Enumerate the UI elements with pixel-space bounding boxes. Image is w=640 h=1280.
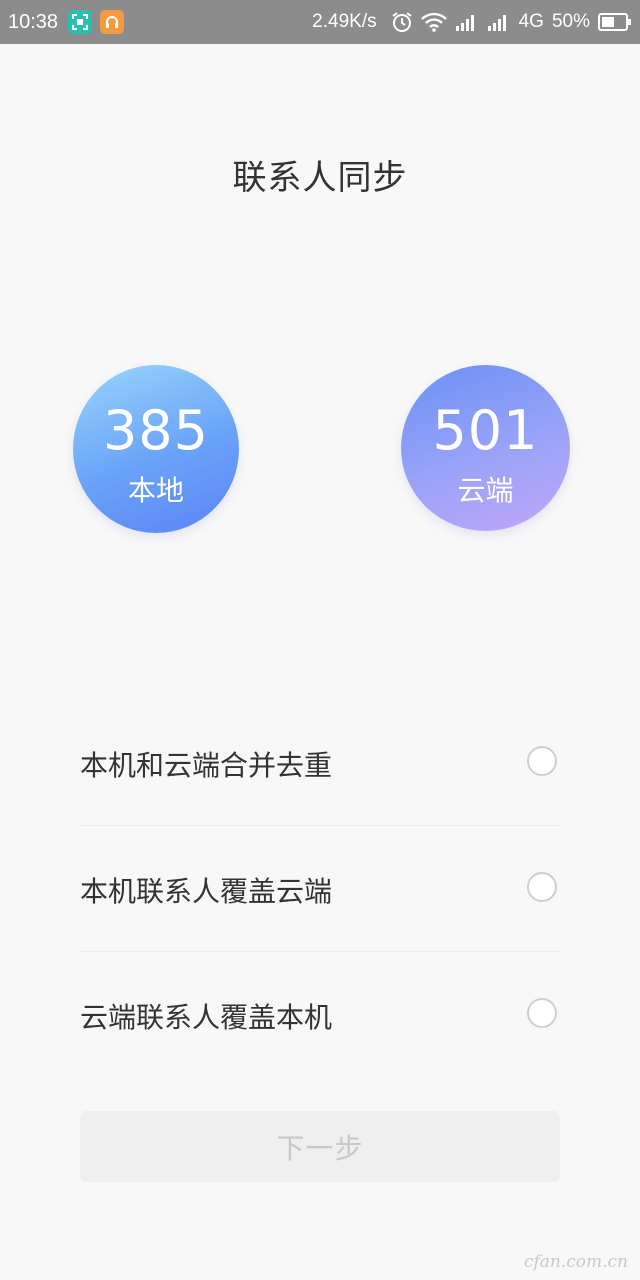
status-right-group: 2.49K/s 4G 50% (312, 0, 632, 44)
cloud-count: 501 (432, 399, 539, 462)
option-merge-dedupe[interactable]: 本机和云端合并去重 (80, 700, 560, 826)
radio-button[interactable] (527, 746, 557, 776)
local-count: 385 (102, 399, 210, 462)
local-contacts-stat: 385 本地 (73, 365, 239, 533)
alarm-icon (391, 11, 413, 33)
radio-button[interactable] (527, 998, 557, 1028)
sync-screen: 10:38 2.49K/s 4G 50% 联系人同步 385 本地 501 云端… (0, 0, 640, 1280)
battery-icon (598, 13, 632, 31)
option-cloud-overwrite-local[interactable]: 云端联系人覆盖本机 (80, 952, 560, 1077)
status-bar: 10:38 2.49K/s 4G 50% (0, 0, 640, 44)
signal-4g-icon (487, 12, 511, 32)
radio-button[interactable] (527, 872, 557, 902)
option-label: 云端联系人覆盖本机 (80, 1001, 333, 1034)
status-time: 10:38 (8, 11, 59, 33)
cloud-label: 云端 (457, 474, 514, 507)
signal-icon (455, 12, 479, 32)
screenshot-app-icon (68, 10, 92, 34)
next-step-button[interactable]: 下一步 (80, 1111, 560, 1182)
cloud-contacts-stat: 501 云端 (401, 365, 570, 531)
page-title: 联系人同步 (232, 158, 408, 198)
local-label: 本地 (127, 474, 184, 507)
option-local-overwrite-cloud[interactable]: 本机联系人覆盖云端 (80, 826, 560, 952)
network-type: 4G (518, 11, 544, 32)
battery-percent: 50% (551, 11, 590, 32)
option-label: 本机联系人覆盖云端 (80, 875, 333, 908)
option-label: 本机和云端合并去重 (80, 749, 333, 782)
sync-options-list: 本机和云端合并去重 本机联系人覆盖云端 云端联系人覆盖本机 (80, 700, 560, 1077)
watermark: cfan.com.cn (523, 1252, 628, 1272)
wifi-icon (420, 12, 447, 32)
headset-app-icon (100, 10, 124, 34)
net-speed: 2.49K/s (312, 11, 377, 32)
